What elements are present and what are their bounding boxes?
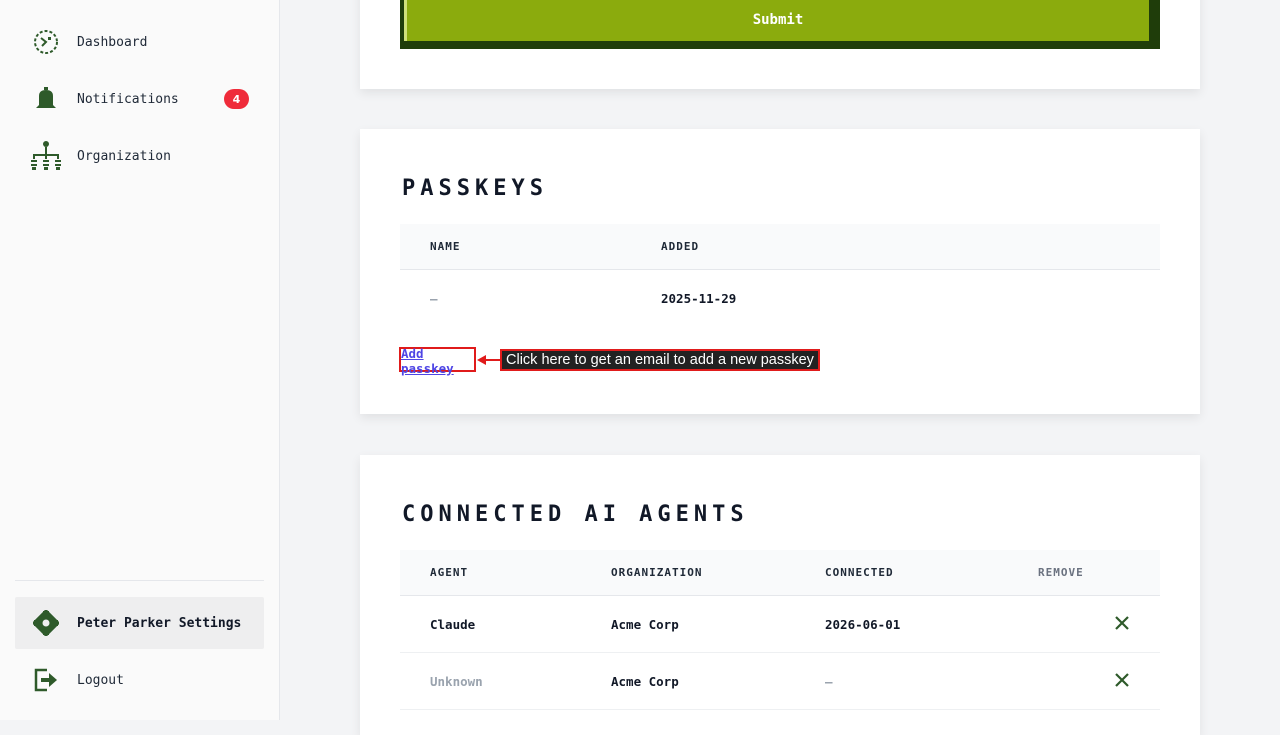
column-header-remove: REMOVE — [1038, 550, 1160, 596]
remove-cell — [1038, 652, 1160, 710]
remove-agent-close-icon[interactable] — [1114, 615, 1130, 631]
table-row: Claude Acme Corp 2026-06-01 — [400, 595, 1160, 653]
add-passkey-link[interactable]: Add passkey — [399, 346, 476, 376]
sidebar-divider — [15, 580, 264, 581]
agent-organization-cell: Acme Corp — [611, 595, 825, 653]
remove-agent-close-icon[interactable] — [1114, 672, 1130, 688]
agent-organization-cell: Acme Corp — [611, 652, 825, 710]
column-header-connected: CONNECTED — [825, 550, 1038, 596]
sidebar-item-label: Peter Parker Settings — [77, 615, 242, 631]
remove-cell — [1038, 595, 1160, 653]
logout-icon — [30, 664, 62, 696]
sidebar-item-label: Notifications — [77, 91, 179, 107]
sidebar-item-organization[interactable]: Organization — [15, 130, 264, 182]
profile-form-card: Submit — [360, 0, 1200, 89]
sidebar-item-notifications[interactable]: Notifications 4 — [15, 73, 264, 125]
table-row: Unknown Acme Corp – — [400, 652, 1160, 710]
notification-count-badge: 4 — [224, 89, 249, 109]
annotation-callout: Click here to get an email to add a new … — [500, 349, 820, 371]
agents-card: CONNECTED AI AGENTS AGENT ORGANIZATION C… — [360, 455, 1200, 735]
agents-title: CONNECTED AI AGENTS — [402, 502, 749, 527]
passkeys-title: PASSKEYS — [402, 176, 548, 201]
sidebar-item-dashboard[interactable]: Dashboard — [15, 16, 264, 68]
agent-name-cell: Unknown — [400, 652, 611, 710]
main-content: Submit PASSKEYS NAME ADDED – 2025-11-29 … — [280, 0, 1280, 735]
passkeys-table: NAME ADDED – 2025-11-29 — [400, 224, 1160, 326]
sidebar-item-label: Organization — [77, 148, 171, 164]
agent-connected-cell: – — [825, 652, 1038, 710]
bell-icon — [30, 83, 62, 115]
gear-icon — [30, 607, 62, 639]
submit-button-frame: Submit — [400, 0, 1160, 49]
dashboard-icon — [30, 26, 62, 58]
column-header-added: ADDED — [661, 224, 1160, 270]
passkeys-card: PASSKEYS NAME ADDED – 2025-11-29 Add pas… — [360, 129, 1200, 414]
sidebar-item-logout[interactable]: Logout — [15, 654, 264, 706]
submit-button[interactable]: Submit — [404, 0, 1149, 41]
passkey-added-cell: 2025-11-29 — [661, 290, 737, 306]
org-chart-icon — [30, 140, 62, 172]
table-row: – 2025-11-29 — [400, 270, 1160, 327]
sidebar-item-label: Logout — [77, 672, 124, 688]
sidebar-item-label: Dashboard — [77, 34, 148, 50]
column-header-organization: ORGANIZATION — [611, 550, 825, 596]
column-header-agent: AGENT — [400, 550, 611, 596]
sidebar-item-settings[interactable]: Peter Parker Settings — [15, 597, 264, 649]
agent-name-cell: Claude — [400, 595, 611, 653]
annotation-arrow-icon — [477, 355, 501, 365]
agents-table: AGENT ORGANIZATION CONNECTED REMOVE Clau… — [400, 550, 1160, 710]
sidebar: Dashboard Notifications 4 Organization P… — [0, 0, 280, 720]
agent-connected-cell: 2026-06-01 — [825, 595, 1038, 653]
column-header-name: NAME — [400, 224, 661, 270]
passkey-name-cell: – — [430, 290, 438, 306]
